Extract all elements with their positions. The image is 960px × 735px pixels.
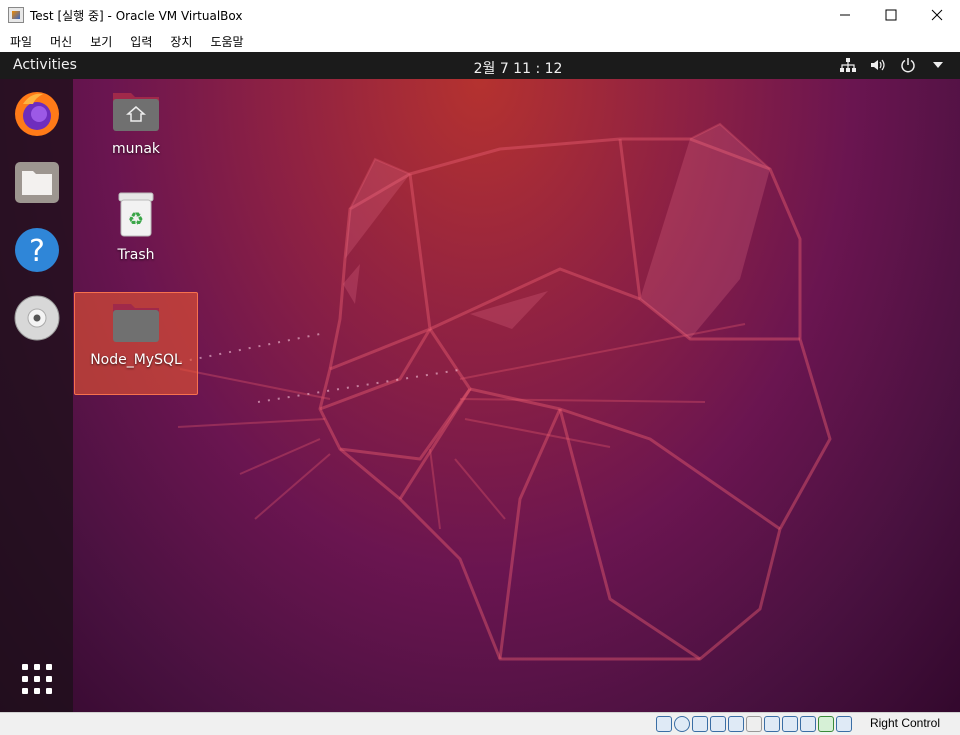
folder-icon bbox=[113, 304, 159, 342]
guest-screen[interactable]: Activities 2월 7 11 : 12 ? munak ♻ Trash … bbox=[0, 52, 960, 712]
ubuntu-dock: ? bbox=[0, 79, 73, 712]
recording-icon[interactable] bbox=[782, 716, 798, 732]
chevron-down-icon[interactable] bbox=[930, 56, 946, 74]
hard-disk-icon[interactable] bbox=[656, 716, 672, 732]
network-adapter-icon[interactable] bbox=[710, 716, 726, 732]
menu-input[interactable]: 입력 bbox=[130, 33, 152, 50]
trash-icon: ♻ bbox=[118, 192, 154, 237]
wallpaper-fossa-art bbox=[177, 122, 832, 661]
maximize-icon[interactable] bbox=[868, 0, 914, 30]
cpu-icon[interactable] bbox=[800, 716, 816, 732]
menu-bar: 파일 머신 보기 입력 장치 도움말 bbox=[0, 30, 960, 52]
status-bar: Right Control bbox=[0, 712, 960, 735]
gnome-top-bar: Activities 2월 7 11 : 12 bbox=[0, 52, 960, 79]
shared-folder-icon[interactable] bbox=[746, 716, 762, 732]
desktop[interactable]: ? munak ♻ Trash Node_MySQL bbox=[0, 79, 960, 712]
menu-help[interactable]: 도움말 bbox=[210, 33, 243, 50]
menu-devices[interactable]: 장치 bbox=[170, 33, 192, 50]
optical-drive-icon[interactable] bbox=[674, 716, 690, 732]
audio-icon[interactable] bbox=[692, 716, 708, 732]
mouse-integration-icon[interactable] bbox=[818, 716, 834, 732]
keyboard-icon[interactable] bbox=[836, 716, 852, 732]
desktop-icon-node-mysql[interactable]: Node_MySQL bbox=[74, 292, 198, 395]
volume-icon[interactable] bbox=[870, 56, 886, 74]
app-grid-icon[interactable] bbox=[12, 654, 62, 704]
clock[interactable]: 2월 7 11 : 12 bbox=[0, 58, 960, 78]
host-key-label: Right Control bbox=[869, 716, 940, 730]
virtualbox-app-icon bbox=[8, 7, 24, 23]
display-icon[interactable] bbox=[764, 716, 780, 732]
firefox-icon[interactable] bbox=[12, 89, 62, 139]
desktop-icon-label: Trash bbox=[117, 247, 155, 263]
files-icon[interactable] bbox=[12, 157, 62, 207]
menu-view[interactable]: 보기 bbox=[90, 33, 112, 50]
menu-file[interactable]: 파일 bbox=[10, 33, 32, 50]
usb-icon[interactable] bbox=[728, 716, 744, 732]
desktop-icon-trash[interactable]: ♻ Trash bbox=[74, 191, 198, 263]
system-tray[interactable] bbox=[840, 56, 946, 74]
desktop-icon-label: munak bbox=[111, 141, 161, 157]
help-icon[interactable]: ? bbox=[12, 225, 62, 275]
power-icon[interactable] bbox=[900, 56, 916, 74]
disc-icon[interactable] bbox=[12, 293, 62, 343]
desktop-icon-munak[interactable]: munak bbox=[74, 87, 198, 157]
window-title: Test [실행 중] - Oracle VM VirtualBox bbox=[30, 8, 243, 23]
window-titlebar: Test [실행 중] - Oracle VM VirtualBox bbox=[0, 0, 960, 30]
minimize-icon[interactable] bbox=[822, 0, 868, 30]
menu-machine[interactable]: 머신 bbox=[50, 33, 72, 50]
desktop-icon-label: Node_MySQL bbox=[90, 352, 182, 368]
home-folder-icon bbox=[113, 93, 159, 131]
network-icon[interactable] bbox=[840, 56, 856, 74]
status-icons bbox=[656, 716, 852, 732]
svg-text:♻: ♻ bbox=[128, 209, 144, 230]
svg-text:?: ? bbox=[29, 234, 45, 269]
window-controls bbox=[822, 0, 960, 30]
close-icon[interactable] bbox=[914, 0, 960, 30]
